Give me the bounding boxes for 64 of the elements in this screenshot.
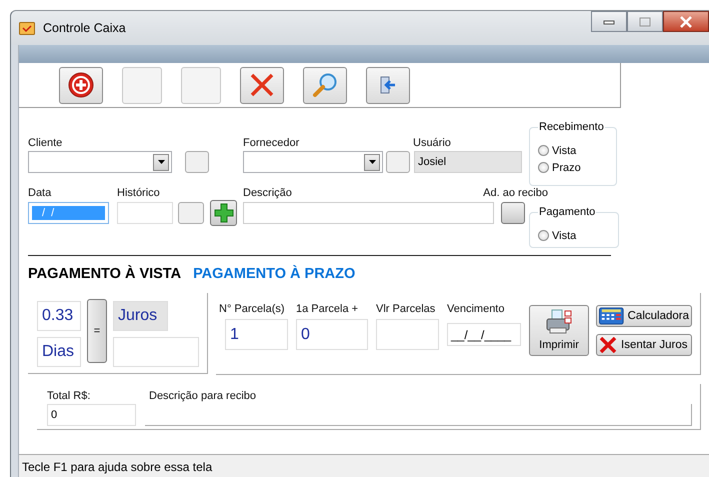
result-field[interactable] (113, 337, 199, 367)
field-label: Fornecedor (243, 137, 300, 149)
calculator-icon (599, 307, 624, 325)
description-field[interactable] (243, 202, 494, 224)
group-title: Recebimento (538, 121, 605, 133)
section-tab[interactable]: PAGAMENTO À PRAZO (193, 266, 356, 282)
radio-button[interactable]: Vista (538, 227, 612, 244)
lookup-button[interactable] (185, 151, 209, 173)
field-label: Data (28, 187, 52, 199)
client-dropdown[interactable] (28, 151, 172, 173)
printer-icon (544, 309, 574, 335)
maximize-icon (639, 16, 651, 26)
total-field[interactable]: 0 (47, 404, 136, 426)
add-icon (68, 72, 94, 98)
field-label: Total R$: (47, 390, 92, 402)
exempt-button[interactable]: Isentar Juros (596, 334, 692, 356)
exit-button[interactable] (366, 66, 410, 104)
plus-icon (214, 203, 234, 223)
equals-button[interactable]: = (87, 299, 107, 363)
add-button[interactable] (210, 200, 237, 226)
delete-button[interactable] (240, 66, 284, 104)
radio-button[interactable]: Prazo (538, 159, 610, 176)
installment-field[interactable]: 1 (225, 319, 288, 350)
receipt-button[interactable] (501, 202, 525, 224)
close-icon (679, 16, 693, 28)
minimize-button[interactable] (591, 11, 627, 32)
group-title: Pagamento (538, 206, 596, 218)
supplier-dropdown[interactable] (243, 151, 383, 173)
status-bar: Tecle F1 para ajuda sobre essa tela (19, 454, 709, 477)
field-label: Descrição para recibo (149, 390, 257, 402)
field-label: Histórico (117, 187, 161, 199)
field-label: Ad. ao recibo (483, 187, 548, 199)
search-icon (312, 72, 338, 98)
add-button[interactable] (59, 66, 103, 104)
history-field[interactable] (117, 202, 173, 224)
search-button[interactable] (303, 66, 347, 104)
receipt-description-field[interactable] (145, 404, 692, 426)
field-label: 1a Parcela + (296, 303, 360, 315)
window-title: Controle Caixa (43, 21, 126, 35)
section-tab[interactable]: PAGAMENTO À VISTA (28, 266, 182, 282)
field-label: Vlr Parcelas (376, 303, 436, 315)
installment-field[interactable]: 0 (296, 319, 368, 350)
field-label: Cliente (28, 137, 64, 149)
field-label: N° Parcela(s) (219, 303, 286, 315)
due-date-field[interactable]: __/__/____ (447, 323, 521, 346)
rate-field[interactable]: 0.33 (37, 301, 81, 331)
close-button[interactable] (663, 11, 709, 32)
delete-icon (249, 73, 275, 97)
days-field[interactable]: Dias (37, 337, 81, 367)
interest-field[interactable]: Juros (113, 301, 168, 331)
cross-icon (599, 337, 617, 353)
installment-field[interactable] (376, 319, 439, 350)
user-field[interactable]: Josiel (414, 151, 522, 173)
field-label: Descrição (243, 187, 292, 199)
minimize-icon (603, 18, 615, 24)
calculator-button[interactable]: Calculadora (596, 305, 692, 327)
app-icon (19, 21, 35, 35)
lookup-button[interactable] (178, 202, 204, 224)
field-label: Usuário (413, 137, 451, 149)
print-button[interactable]: Imprimir (529, 305, 589, 356)
lookup-button[interactable] (386, 151, 410, 173)
door-arrow-icon (378, 75, 398, 95)
field-label: Vencimento (447, 303, 506, 315)
radio-button[interactable]: Vista (538, 142, 610, 159)
